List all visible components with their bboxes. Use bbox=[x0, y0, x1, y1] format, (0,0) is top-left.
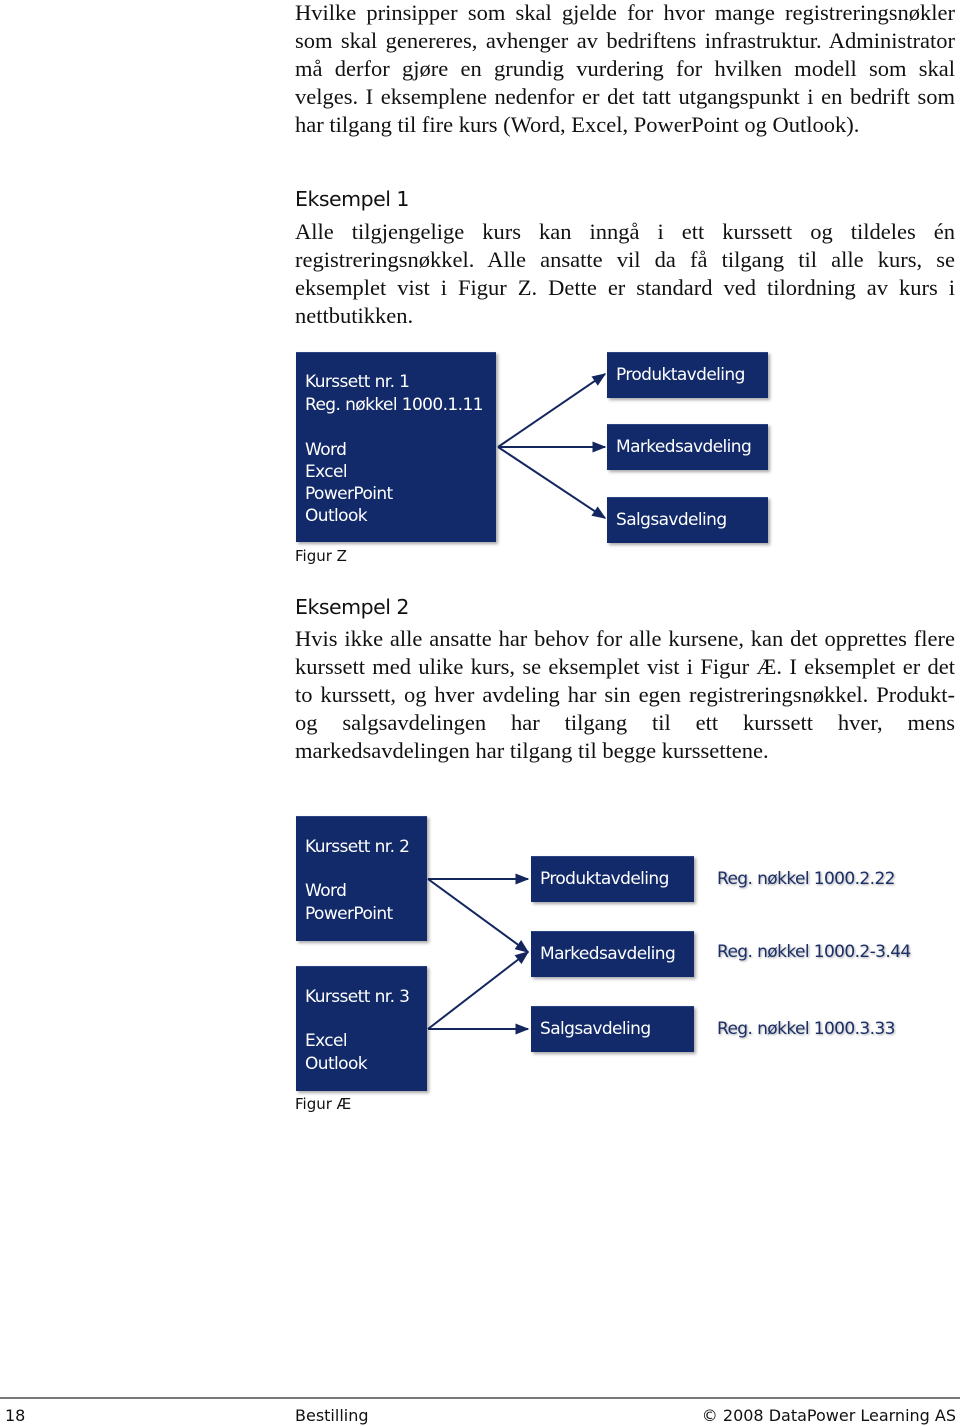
reg-key-salg: Reg. nøkkel 1000.3.33 bbox=[717, 1019, 895, 1039]
department-box-marked: Markedsavdeling bbox=[531, 931, 694, 977]
reg-key-marked: Reg. nøkkel 1000.2-3.44 bbox=[717, 942, 911, 962]
page-number: 18 bbox=[5, 1406, 26, 1425]
department-box-salg: Salgsavdeling bbox=[531, 1006, 694, 1052]
arrow-set2-to-marked bbox=[427, 878, 530, 953]
footer-divider bbox=[0, 1397, 960, 1399]
footer-section: Bestilling bbox=[295, 1406, 369, 1425]
course-item: Excel bbox=[305, 1031, 348, 1051]
course-set-title: Kurssett nr. 2 bbox=[305, 837, 410, 857]
example-2-text: Hvis ikke alle ansatte har behov for all… bbox=[295, 626, 955, 763]
course-item: PowerPoint bbox=[305, 904, 393, 924]
arrow-set3-to-marked bbox=[427, 951, 530, 1030]
department-label: Markedsavdeling bbox=[540, 944, 676, 964]
course-item: Outlook bbox=[305, 1054, 368, 1074]
footer-copyright: © 2008 DataPower Learning AS bbox=[701, 1406, 956, 1425]
course-set-3-box: Kurssett nr. 3 Excel Outlook bbox=[296, 966, 427, 1091]
course-set-title: Kurssett nr. 3 bbox=[305, 987, 410, 1007]
course-item: Word bbox=[305, 881, 347, 901]
arrow-to-produkt bbox=[497, 373, 607, 448]
course-set-2-box: Kurssett nr. 2 Word PowerPoint bbox=[296, 816, 427, 941]
department-box-produkt: Produktavdeling bbox=[531, 856, 694, 902]
department-label: Produktavdeling bbox=[540, 869, 669, 889]
figure-ae-caption: Figur Æ bbox=[295, 1095, 352, 1113]
example-2-heading: Eksempel 2 bbox=[295, 595, 409, 619]
arrow-to-salg bbox=[497, 446, 607, 519]
reg-key-produkt: Reg. nøkkel 1000.2.22 bbox=[717, 869, 895, 889]
example-2-paragraph: Hvis ikke alle ansatte har behov for all… bbox=[295, 625, 955, 765]
department-label: Salgsavdeling bbox=[540, 1019, 651, 1039]
